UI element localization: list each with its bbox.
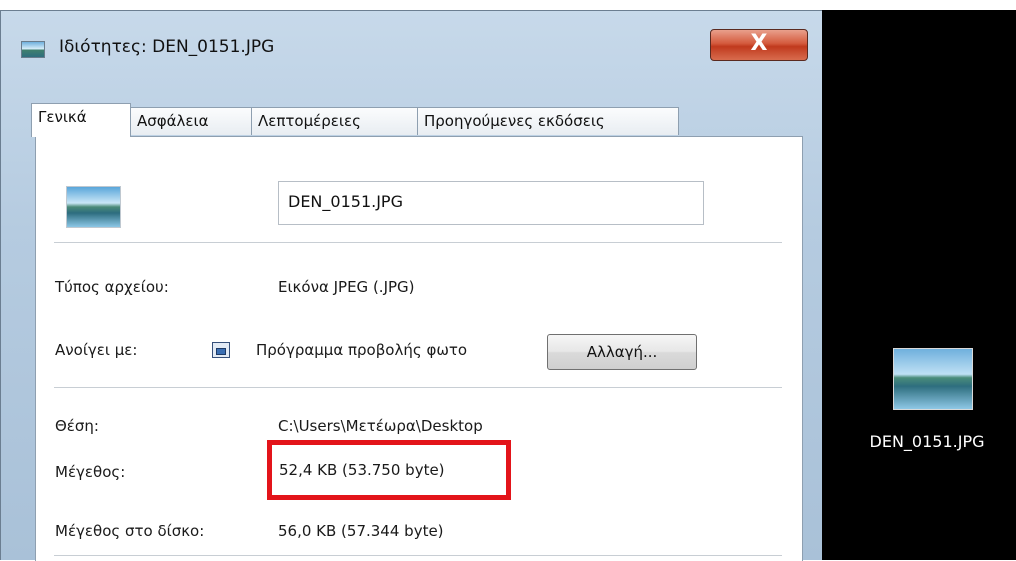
tab-label: Λεπτομέρειες (258, 112, 361, 130)
change-button[interactable]: Αλλαγή... (547, 334, 697, 370)
image-file-icon (66, 186, 121, 228)
tab-label: Ασφάλεια (137, 112, 209, 130)
tab-details[interactable]: Λεπτομέρειες (251, 107, 418, 135)
top-strip (0, 0, 1016, 10)
file-type-label: Τύπος αρχείου: (55, 278, 169, 296)
divider (54, 387, 782, 388)
tab-label: Προηγούμενες εκδόσεις (424, 112, 605, 130)
title-bar[interactable]: Ιδιότητες: DEN_0151.JPG X (1, 11, 823, 77)
opens-with-value: Πρόγραμμα προβολής φωτο (256, 341, 468, 359)
general-tab-panel: DEN_0151.JPG Τύπος αρχείου: Εικόνα JPEG … (35, 136, 803, 561)
location-value: C:\Users\Μετέωρα\Desktop (278, 417, 483, 435)
size-highlight-box (267, 440, 511, 500)
close-button[interactable]: X (710, 29, 808, 61)
photo-viewer-icon (212, 342, 230, 358)
tab-previous-versions[interactable]: Προηγούμενες εκδόσεις (417, 107, 679, 135)
size-on-disk-label: Μέγεθος στο δίσκο: (55, 522, 205, 540)
properties-dialog: Ιδιότητες: DEN_0151.JPG X Γενικά Ασφάλει… (0, 10, 823, 561)
size-on-disk-value: 56,0 KB (57.344 byte) (278, 522, 444, 540)
opens-with-label: Ανοίγει με: (55, 341, 138, 359)
tab-security[interactable]: Ασφάλεια (130, 107, 252, 135)
window-title: Ιδιότητες: DEN_0151.JPG (59, 37, 275, 57)
close-icon: X (750, 31, 768, 56)
divider (54, 555, 782, 556)
tab-general[interactable]: Γενικά (31, 103, 131, 137)
desktop-background (822, 10, 1016, 560)
size-label: Μέγεθος: (55, 463, 126, 481)
location-label: Θέση: (55, 417, 99, 435)
tab-label: Γενικά (38, 108, 87, 126)
file-type-value: Εικόνα JPEG (.JPG) (278, 278, 415, 296)
divider (54, 242, 782, 243)
image-file-icon (21, 41, 45, 58)
image-thumbnail-icon (893, 348, 973, 410)
filename-input[interactable]: DEN_0151.JPG (278, 181, 704, 225)
desktop-file-label: DEN_0151.JPG (869, 432, 985, 451)
desktop-file-icon[interactable]: DEN_0151.JPG (858, 348, 1008, 451)
